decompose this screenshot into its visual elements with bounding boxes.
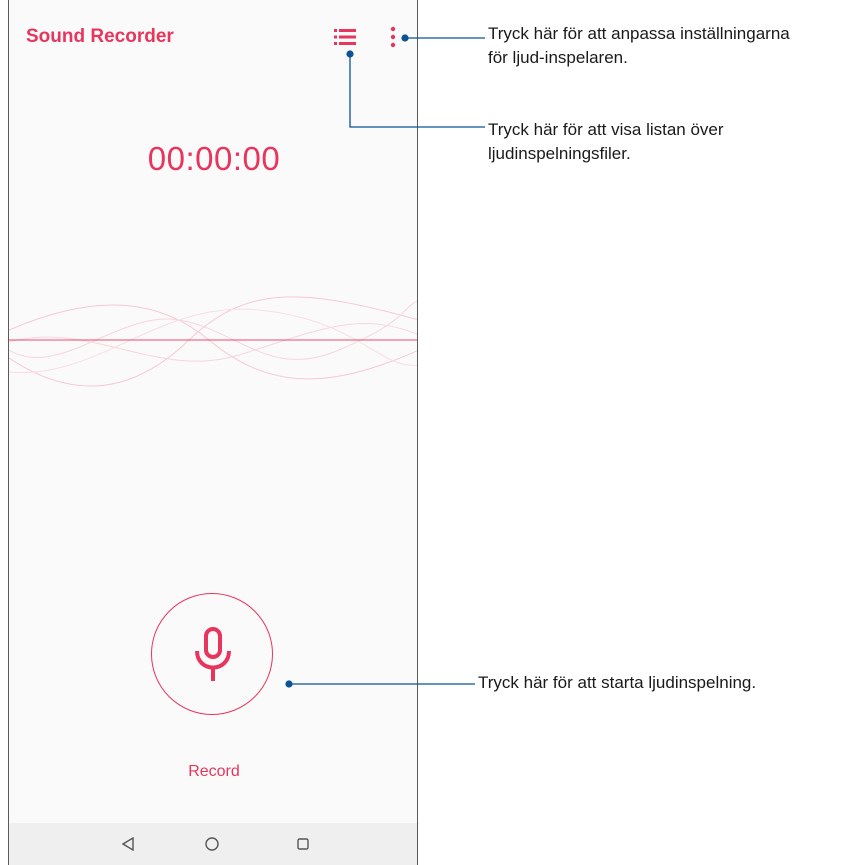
- record-callout-line1: Tryck här för att starta ljudinspelning.: [478, 673, 757, 692]
- more-vert-icon[interactable]: [389, 26, 401, 48]
- record-label: Record: [188, 763, 240, 780]
- list-callout-line1: Tryck här för att visa listan över: [488, 120, 724, 139]
- list-icon[interactable]: [334, 28, 356, 46]
- waveform: [9, 296, 417, 387]
- phone-screen: Sound Recorder 00:00:00 Record: [8, 0, 418, 865]
- navigation-bar: [9, 823, 417, 865]
- square-recent-icon[interactable]: [297, 838, 309, 850]
- settings-callout-line1: Tryck här för att anpassa inställningarn…: [488, 24, 790, 43]
- timer-display: 00:00:00: [147, 140, 281, 177]
- record-callout-text: Tryck här för att starta ljudinspelning.: [478, 671, 848, 695]
- record-button[interactable]: [151, 593, 273, 715]
- app-title: Sound Recorder: [26, 26, 174, 47]
- settings-callout-line2: för ljud-inspelaren.: [488, 48, 628, 67]
- list-callout-text: Tryck här för att visa listan över ljudi…: [488, 118, 848, 166]
- microphone-icon: [195, 627, 231, 681]
- settings-callout-text: Tryck här för att anpassa inställningarn…: [488, 22, 848, 70]
- list-callout-line2: ljudinspelningsfiler.: [488, 144, 631, 163]
- circle-home-icon[interactable]: [205, 837, 219, 851]
- triangle-back-icon[interactable]: [122, 837, 134, 851]
